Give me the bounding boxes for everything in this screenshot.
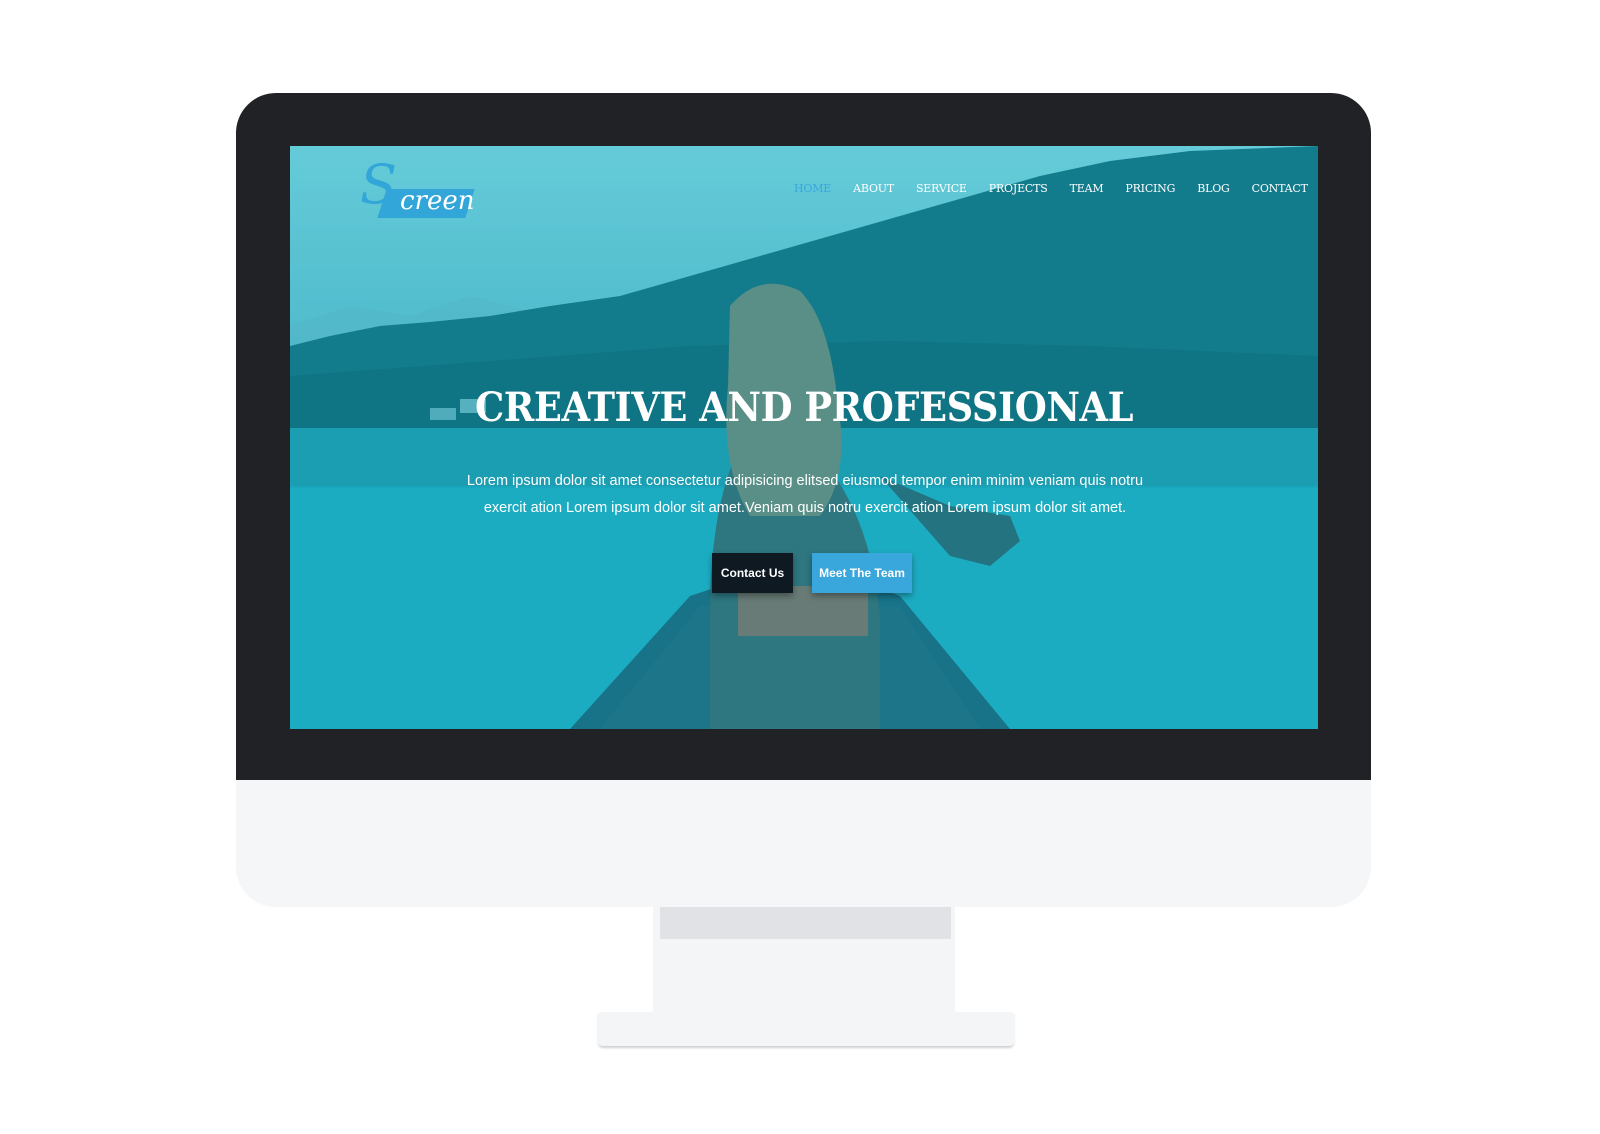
website-screen: S creen HOME ABOUT SERVICE PROJECTS TEAM… <box>290 146 1318 729</box>
monitor-chin <box>236 780 1371 907</box>
contact-us-button[interactable]: Contact Us <box>712 553 793 593</box>
monitor-stand-base <box>597 1012 1015 1046</box>
nav-item-blog[interactable]: BLOG <box>1197 182 1230 195</box>
monitor-stand-shadow <box>660 907 951 939</box>
nav-item-home[interactable]: HOME <box>794 182 831 195</box>
meet-the-team-button[interactable]: Meet The Team <box>812 553 912 593</box>
site-logo[interactable]: S creen <box>360 158 475 222</box>
hero-title: CREATIVE AND PROFESSIONAL <box>474 384 1134 431</box>
nav-item-contact[interactable]: CONTACT <box>1252 182 1308 195</box>
hero-color-overlay <box>290 146 1318 729</box>
main-nav: HOME ABOUT SERVICE PROJECTS TEAM PRICING… <box>794 182 1318 195</box>
logo-wordmark: creen <box>400 186 475 216</box>
hero-description: Lorem ipsum dolor sit amet consectetur a… <box>466 473 1144 516</box>
nav-item-service[interactable]: SERVICE <box>916 182 967 195</box>
nav-item-about[interactable]: ABOUT <box>853 182 894 195</box>
nav-item-projects[interactable]: PROJECTS <box>989 182 1048 195</box>
logo-initial: S <box>360 153 397 216</box>
nav-item-pricing[interactable]: PRICING <box>1125 182 1175 195</box>
nav-item-team[interactable]: TEAM <box>1070 182 1104 195</box>
